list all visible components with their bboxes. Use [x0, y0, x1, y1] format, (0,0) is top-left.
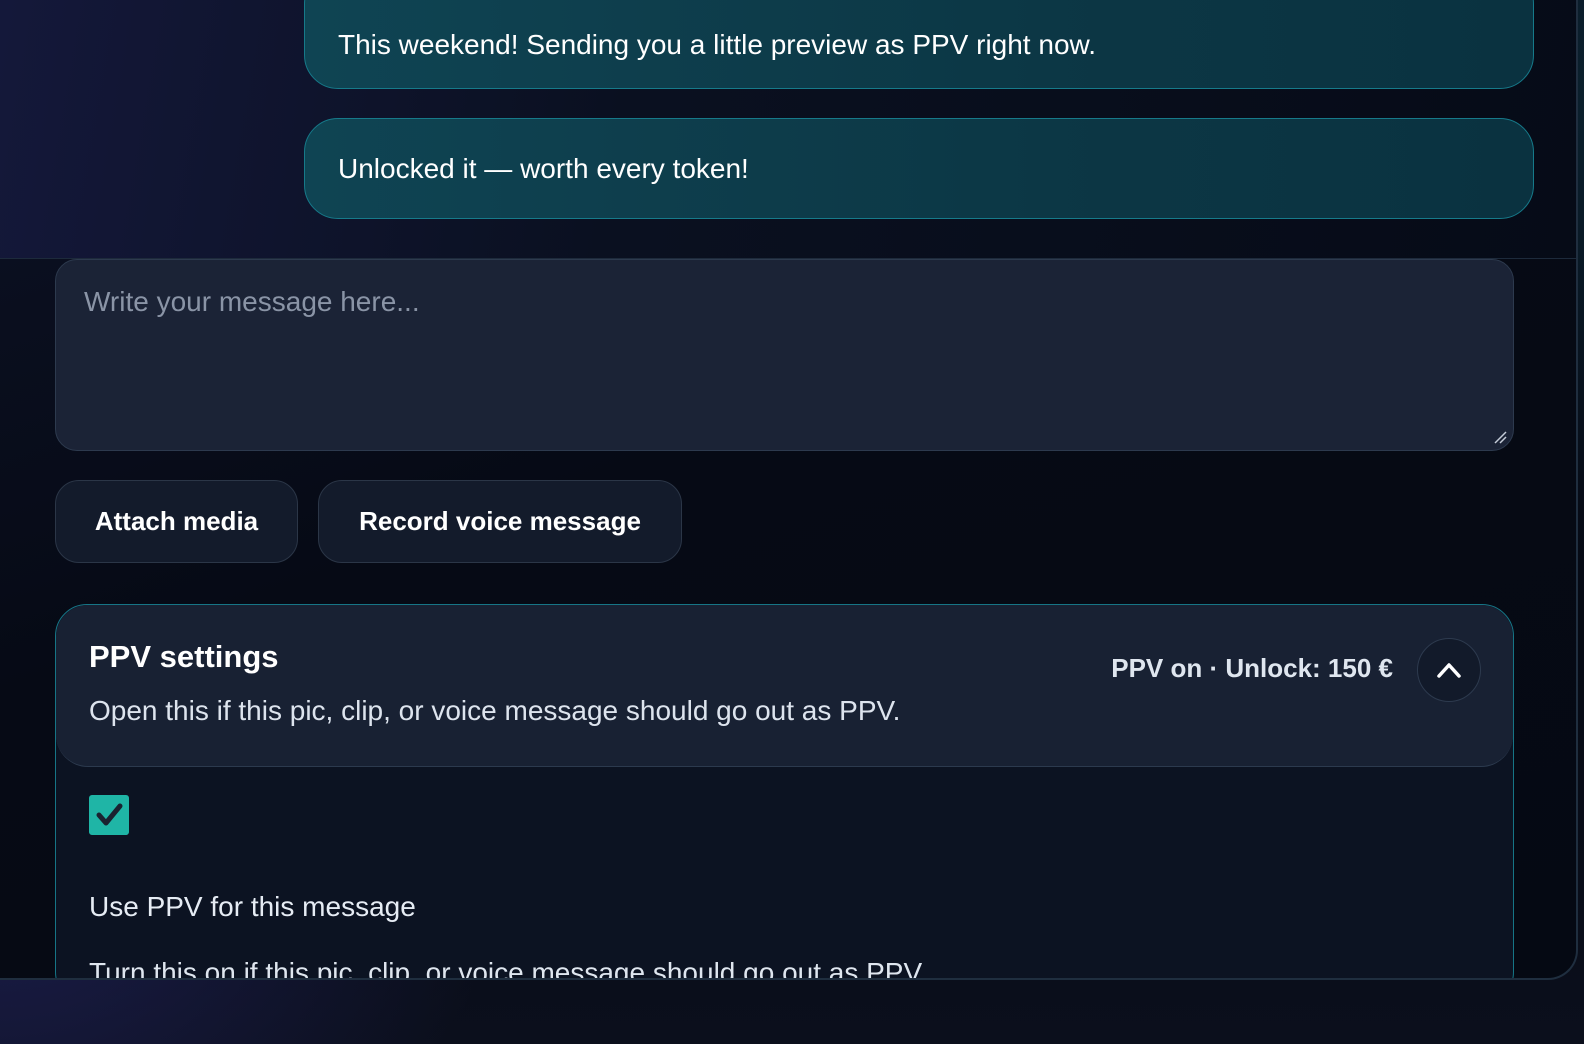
record-voice-label: Record voice message — [359, 506, 641, 536]
message-text: This weekend! Sending you a little previ… — [338, 28, 1096, 60]
chevron-up-icon — [1437, 663, 1461, 678]
attach-media-label: Attach media — [94, 506, 259, 536]
attach-media-button[interactable]: Attach media — [55, 480, 298, 563]
ppv-option-help: Turn this on if this pic, clip, or voice… — [89, 957, 928, 980]
record-voice-button[interactable]: Record voice message — [318, 480, 682, 563]
message-input-placeholder: Write your message here... — [84, 286, 420, 317]
ppv-status-summary: PPV on · Unlock: 150 € — [1111, 653, 1393, 683]
resize-grip-icon[interactable] — [1493, 430, 1507, 444]
chat-window: This weekend! Sending you a little previ… — [0, 0, 1578, 980]
message-bubble: This weekend! Sending you a little previ… — [304, 0, 1534, 89]
ppv-option-label: Use PPV for this message — [89, 891, 416, 922]
message-thread: This weekend! Sending you a little previ… — [0, 0, 1576, 259]
message-bubble: Unlocked it — worth every token! — [304, 118, 1534, 219]
ppv-settings-description: Open this if this pic, clip, or voice me… — [89, 695, 901, 726]
checkmark-icon — [96, 803, 123, 826]
ppv-checkbox[interactable] — [89, 795, 129, 835]
message-input[interactable]: Write your message here... — [55, 259, 1514, 451]
ppv-settings-header[interactable]: PPV settings Open this if this pic, clip… — [56, 605, 1513, 767]
collapse-button[interactable] — [1417, 638, 1481, 702]
ppv-settings-panel: PPV settings Open this if this pic, clip… — [55, 604, 1514, 980]
message-text: Unlocked it — worth every token! — [338, 152, 749, 184]
